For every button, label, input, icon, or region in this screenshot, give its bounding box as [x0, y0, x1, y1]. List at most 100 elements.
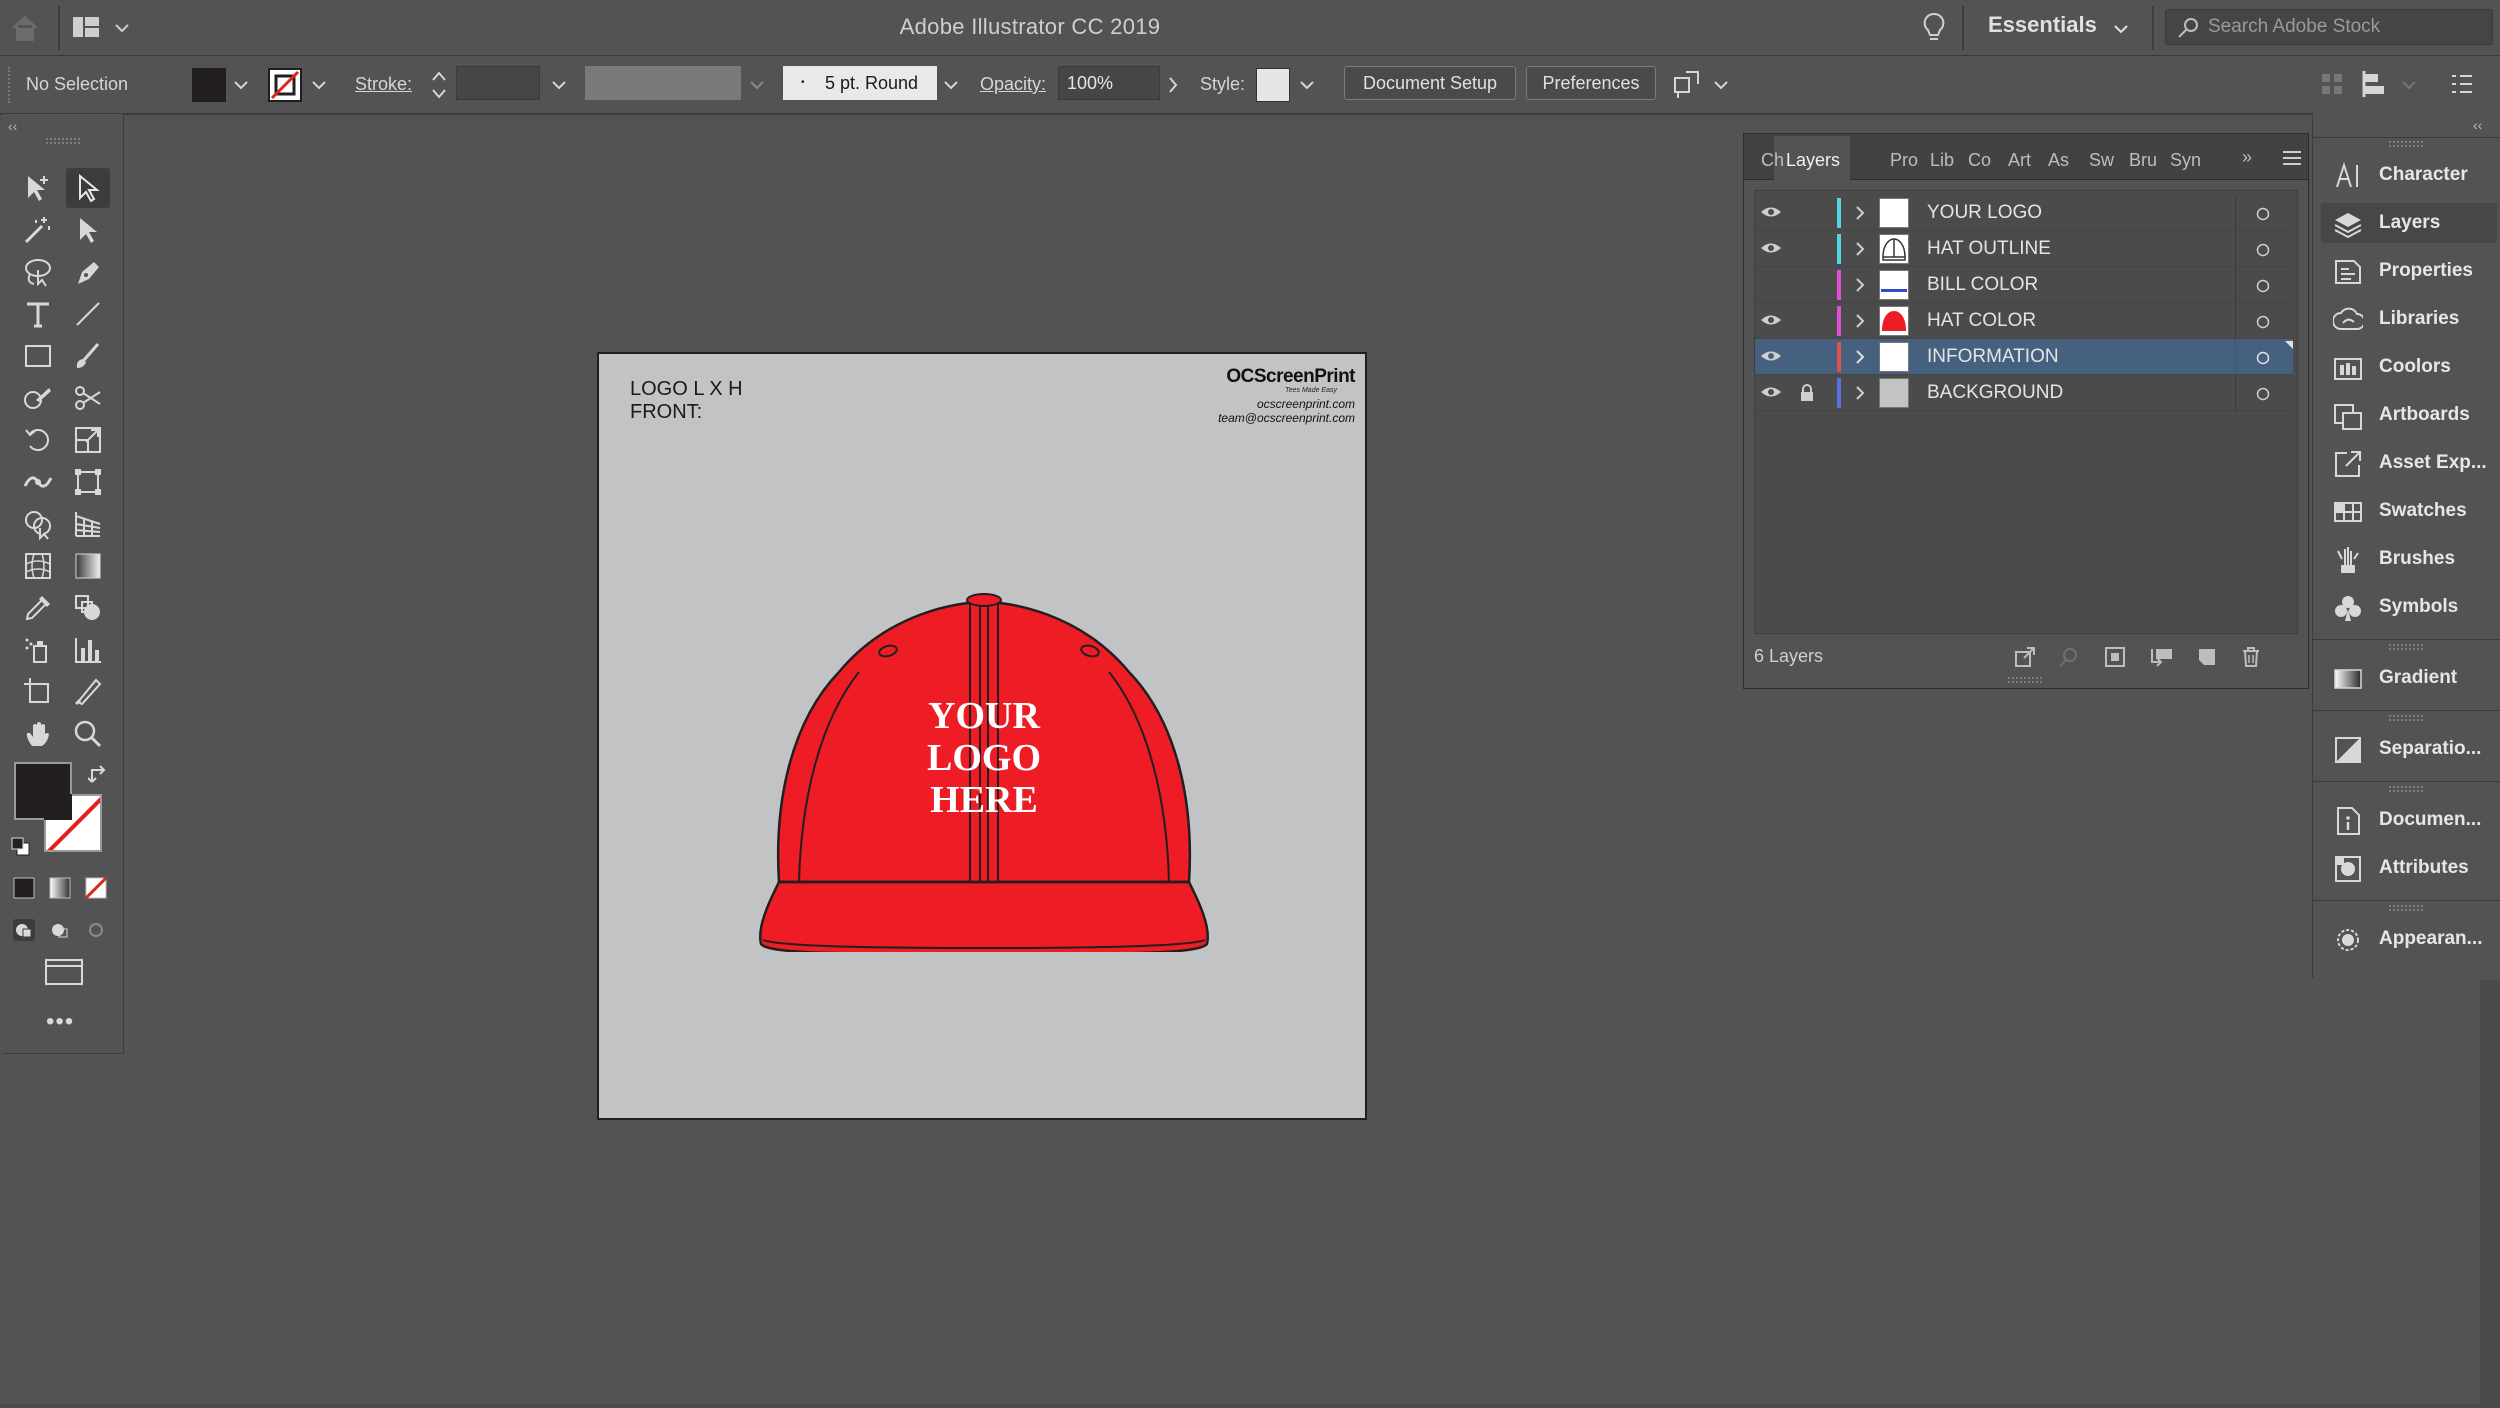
fill-swatch[interactable] — [192, 68, 226, 102]
more-tabs-icon[interactable]: » — [2242, 147, 2252, 168]
dock-item-brushes[interactable]: Brushes — [2321, 539, 2497, 579]
tab-artboards[interactable]: Art — [2008, 150, 2031, 171]
gradient-tool-icon[interactable] — [66, 546, 110, 586]
layer-row[interactable]: HAT OUTLINE — [1755, 231, 2293, 267]
rotate-tool-icon[interactable] — [16, 420, 60, 460]
lock-icon[interactable] — [1799, 383, 1815, 403]
dock-item-attributes[interactable]: Attributes — [2321, 848, 2497, 888]
search-input[interactable] — [2208, 14, 2488, 40]
chevron-right-icon[interactable] — [1853, 313, 1867, 329]
stroke-swatch[interactable] — [268, 68, 302, 102]
chevron-right-icon[interactable] — [1853, 241, 1867, 257]
slice-tool-icon[interactable] — [66, 672, 110, 712]
lasso-tool-icon[interactable] — [16, 252, 60, 292]
chevron-down-icon[interactable] — [232, 76, 250, 94]
dock-item-layers[interactable]: Layers — [2321, 203, 2497, 243]
target-circle-icon[interactable] — [2255, 314, 2271, 330]
dock-item-swatches[interactable]: Swatches — [2321, 491, 2497, 531]
dock-item-separations[interactable]: Separatio... — [2321, 729, 2497, 769]
vertical-scrollbar[interactable] — [2480, 980, 2500, 1408]
tab-coolors[interactable]: Co — [1968, 150, 1991, 171]
collapse-icon[interactable]: ‹‹ — [2473, 117, 2482, 133]
trash-icon[interactable] — [2240, 646, 2262, 668]
tab-brushes[interactable]: Bru — [2129, 150, 2157, 171]
chevron-down-icon[interactable] — [2112, 20, 2130, 38]
type-tool-icon[interactable] — [16, 294, 60, 334]
collapse-icon[interactable]: ‹‹ — [8, 118, 17, 134]
chevron-right-icon[interactable] — [1853, 385, 1867, 401]
stroke-weight-field[interactable] — [456, 66, 540, 100]
blend-tool-icon[interactable] — [66, 588, 110, 628]
opacity-field[interactable]: 100% — [1058, 66, 1160, 100]
draw-normal-icon[interactable] — [6, 910, 42, 950]
draw-behind-icon[interactable] — [42, 910, 78, 950]
dock-item-properties[interactable]: Properties — [2321, 251, 2497, 291]
variable-width-profile[interactable] — [585, 66, 741, 100]
default-fill-stroke-icon[interactable] — [10, 836, 32, 858]
resize-grip[interactable] — [2008, 677, 2042, 683]
eye-icon[interactable] — [1760, 313, 1782, 327]
layer-row[interactable]: BILL COLOR — [1755, 267, 2293, 303]
column-graph-tool-icon[interactable] — [66, 630, 110, 670]
create-new-layer-icon[interactable] — [2196, 646, 2218, 668]
dock-item-coolors[interactable]: Coolors — [2321, 347, 2497, 387]
scissors-tool-icon[interactable] — [66, 378, 110, 418]
create-sublayer-icon[interactable] — [2148, 646, 2174, 668]
artboard-tool-icon[interactable] — [16, 672, 60, 712]
lightbulb-icon[interactable] — [1922, 12, 1946, 44]
chevron-right-icon[interactable] — [1164, 74, 1182, 96]
screen-mode-icon[interactable] — [40, 952, 88, 992]
gradient-mode-icon[interactable] — [42, 868, 78, 908]
target-circle-icon[interactable] — [2255, 350, 2271, 366]
make-clipping-mask-icon[interactable] — [2104, 646, 2126, 668]
dock-item-symbols[interactable]: Symbols — [2321, 587, 2497, 627]
target-circle-icon[interactable] — [2255, 386, 2271, 402]
panel-menu-icon[interactable] — [2450, 73, 2474, 95]
snapback-hat[interactable]: YOUR LOGO HERE — [739, 552, 1229, 952]
eye-icon[interactable] — [1760, 241, 1782, 255]
draw-inside-icon[interactable] — [78, 910, 114, 950]
horizontal-scrollbar[interactable] — [0, 1404, 2480, 1408]
tab-libraries[interactable]: Lib — [1930, 150, 1954, 171]
magic-wand-tool-icon[interactable] — [16, 210, 60, 250]
tab-properties[interactable]: Pro — [1890, 150, 1918, 171]
dock-item-libraries[interactable]: Libraries — [2321, 299, 2497, 339]
shape-builder-tool-icon[interactable] — [16, 504, 60, 544]
artboard[interactable]: LOGO L X H FRONT: OCScreenPrint Tees Mad… — [597, 352, 1367, 1120]
eyedropper-tool-icon[interactable] — [16, 588, 60, 628]
graphic-style-swatch[interactable] — [1256, 68, 1290, 102]
eye-icon[interactable] — [1760, 385, 1782, 399]
dock-item-appearance[interactable]: Appearan... — [2321, 919, 2497, 959]
swap-fill-stroke-icon[interactable] — [88, 764, 110, 786]
line-segment-tool-icon[interactable] — [66, 294, 110, 334]
stock-search-box[interactable] — [2165, 9, 2493, 45]
dock-item-character[interactable]: Character — [2321, 155, 2497, 195]
document-setup-button[interactable]: Document Setup — [1344, 66, 1516, 100]
layer-row[interactable]: HAT COLOR — [1755, 303, 2293, 339]
export-for-screens-icon[interactable] — [2014, 646, 2036, 668]
chevron-down-icon[interactable] — [748, 76, 766, 94]
chevron-down-icon[interactable] — [1298, 76, 1316, 94]
stroke-label[interactable]: Stroke: — [355, 74, 412, 95]
mesh-tool-icon[interactable] — [16, 546, 60, 586]
tab-swatches[interactable]: Sw — [2089, 150, 2114, 171]
perspective-grid-tool-icon[interactable] — [66, 504, 110, 544]
none-mode-icon[interactable] — [78, 868, 114, 908]
free-transform-tool-icon[interactable] — [66, 462, 110, 502]
tab-symbols[interactable]: Syn — [2170, 150, 2201, 171]
dock-item-gradient[interactable]: Gradient — [2321, 658, 2497, 698]
dock-item-document-info[interactable]: Documen... — [2321, 800, 2497, 840]
chevron-down-icon[interactable] — [310, 76, 328, 94]
artboard-tool-icon[interactable] — [16, 168, 60, 208]
align-grid-icon[interactable] — [2320, 71, 2344, 97]
transform-icon[interactable] — [2362, 71, 2390, 97]
target-circle-icon[interactable] — [2255, 206, 2271, 222]
workspace-switcher[interactable]: Essentials — [1988, 12, 2097, 38]
layer-row[interactable]: YOUR LOGO — [1755, 195, 2293, 231]
color-mode-icon[interactable] — [6, 868, 42, 908]
chevron-down-icon[interactable] — [1712, 76, 1730, 94]
chevron-right-icon[interactable] — [1853, 277, 1867, 293]
chevron-down-icon[interactable] — [2400, 76, 2418, 94]
scale-tool-icon[interactable] — [66, 420, 110, 460]
dock-item-asset-export[interactable]: Asset Exp... — [2321, 443, 2497, 483]
